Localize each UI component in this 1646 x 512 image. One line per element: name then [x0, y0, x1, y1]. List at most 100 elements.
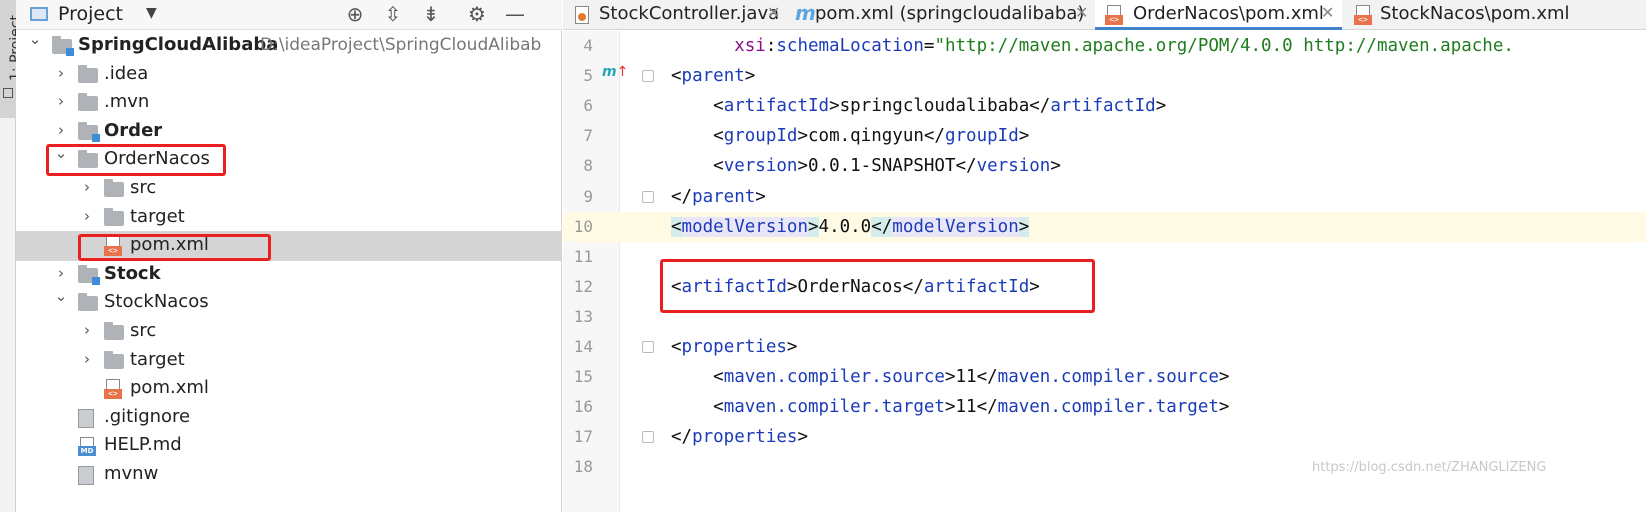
tree-item-target[interactable]: › target — [16, 346, 562, 376]
tree-item-src[interactable]: › src — [16, 317, 562, 347]
project-tool-tab[interactable]: 1: Project — [0, 0, 24, 118]
line-number: 17 — [573, 427, 593, 447]
tree-item-label: .gitignore — [104, 405, 191, 427]
module-folder-icon — [78, 121, 100, 142]
folder-icon — [104, 207, 124, 226]
chevron-down-icon[interactable]: ⌄ — [54, 287, 68, 305]
xml-file-icon: <> — [1354, 5, 1372, 25]
code-line: <version>0.0.1-SNAPSHOT</version> — [713, 156, 1061, 177]
chevron-right-icon[interactable]: › — [80, 207, 94, 225]
project-view-selector[interactable]: Project — [58, 3, 123, 25]
tree-item-springcloudalibaba[interactable]: ⌄ SpringCloudAlibaba D:\ideaProject\Spring… — [16, 30, 562, 61]
tree-item-src[interactable]: › src — [16, 174, 562, 204]
tree-item-mvnw[interactable]: mvnw — [16, 460, 562, 490]
line-number: 13 — [573, 306, 593, 326]
java-file-icon — [575, 6, 589, 24]
folder-icon — [78, 293, 98, 312]
folder-icon — [104, 179, 124, 197]
tool-window-icon — [3, 88, 13, 98]
tree-item-label: target — [130, 205, 185, 227]
code-line: <maven.compiler.source>11</maven.compile… — [713, 367, 1230, 388]
line-number: 18 — [573, 457, 593, 477]
highlight-ordernacos-folder — [46, 144, 226, 176]
tab-stockcontroller-java[interactable]: StockController.java ✕ — [563, 0, 785, 30]
line-number: 10 — [573, 216, 593, 236]
tree-item-idea[interactable]: › .idea — [16, 60, 562, 90]
chevron-right-icon[interactable]: › — [80, 178, 94, 196]
line-number: 6 — [583, 96, 593, 116]
tree-item-label: .idea — [104, 62, 149, 84]
tree-item-label: Order — [104, 119, 163, 141]
close-icon[interactable]: ✕ — [1075, 3, 1088, 22]
file-icon — [78, 408, 94, 428]
tree-item-label: StockNacos — [104, 291, 209, 313]
tool-window-strip: 1: Project — [0, 0, 24, 512]
tab-label: StockController.java — [599, 3, 780, 24]
code-line: <parent> — [671, 66, 756, 87]
close-icon[interactable]: ✕ — [1321, 3, 1334, 22]
tab-stocknacos-pom[interactable]: <> StockNacos\pom.xml — [1342, 0, 1646, 30]
expand-all-icon[interactable]: ⇳ — [380, 2, 406, 26]
tree-item-label: src — [130, 320, 157, 341]
line-number: 5 — [583, 66, 593, 86]
chevron-right-icon[interactable]: › — [54, 121, 68, 139]
tree-item-label: src — [130, 177, 157, 198]
tree-item-label: mvnw — [104, 463, 159, 484]
line-number: 12 — [573, 276, 593, 296]
project-panel-header: Project ▼ ⊕ ⇳ ⇟ ⚙ — — [16, 0, 562, 30]
tree-item-gitignore[interactable]: .gitignore — [16, 403, 562, 433]
tree-item-order[interactable]: › Order — [16, 117, 562, 147]
tree-item-mvn[interactable]: › .mvn — [16, 88, 562, 118]
code-line: </properties> — [671, 427, 808, 448]
code-line: <properties> — [671, 337, 798, 357]
code-line: <maven.compiler.target>11</maven.compile… — [713, 397, 1230, 418]
fold-marker-icon[interactable] — [642, 341, 654, 353]
line-number: 11 — [573, 246, 593, 266]
code-line: <artifactId>springcloudalibaba</artifact… — [713, 96, 1167, 117]
chevron-right-icon[interactable]: › — [80, 350, 94, 368]
line-number: 9 — [583, 186, 593, 206]
module-folder-icon — [52, 36, 74, 56]
close-icon[interactable]: ✕ — [767, 3, 780, 22]
tab-pom-springcloudalibaba[interactable]: m pom.xml (springcloudalibaba) ✕ — [785, 0, 1095, 30]
minimize-icon[interactable]: — — [502, 2, 528, 26]
chevron-right-icon[interactable]: › — [80, 321, 94, 339]
code-line: <modelVersion>4.0.0</modelVersion> — [671, 216, 1030, 237]
gutter-divider — [619, 31, 620, 512]
fold-marker-icon[interactable] — [642, 431, 654, 444]
chevron-right-icon[interactable]: › — [54, 264, 68, 282]
tree-item-stock[interactable]: › Stock — [16, 260, 562, 290]
line-number: 4 — [583, 36, 593, 55]
line-number: 15 — [573, 367, 593, 387]
code-line: <groupId>com.qingyun</groupId> — [713, 126, 1030, 147]
chevron-down-icon[interactable]: ⌄ — [28, 30, 42, 48]
tab-ordernacos-pom[interactable]: <> OrderNacos\pom.xml ✕ — [1095, 0, 1342, 30]
globe-icon[interactable]: ⊕ — [342, 2, 368, 26]
line-number: 16 — [573, 397, 593, 417]
tree-item-help-md[interactable]: MD HELP.md — [16, 431, 562, 461]
chevron-down-icon[interactable]: ▼ — [146, 5, 157, 21]
chevron-right-icon[interactable]: › — [54, 92, 68, 110]
module-folder-icon — [78, 264, 100, 285]
chevron-right-icon[interactable]: › — [54, 64, 68, 82]
maven-parent-gutter-icon[interactable]: m↑ — [602, 64, 628, 80]
tree-item-pom-xml[interactable]: <> pom.xml — [16, 374, 562, 404]
tab-label: pom.xml (springcloudalibaba) — [815, 3, 1085, 24]
gear-icon[interactable]: ⚙ — [464, 2, 490, 26]
fold-marker-icon[interactable] — [642, 70, 654, 83]
folder-icon — [78, 64, 98, 83]
xml-file-icon: <> — [1105, 5, 1123, 25]
watermark: https://blog.csdn.net/ZHANGLIZENG — [1312, 460, 1547, 475]
tree-item-stocknacos[interactable]: ⌄ StockNacos — [16, 287, 562, 318]
tree-item-label: target — [130, 348, 185, 370]
line-number: 14 — [573, 337, 593, 356]
xml-file-icon: <> — [104, 379, 122, 400]
fold-marker-icon[interactable] — [642, 190, 654, 203]
tab-label: OrderNacos\pom.xml — [1133, 3, 1324, 24]
markdown-file-icon: MD — [78, 437, 96, 457]
tree-item-label: pom.xml — [130, 377, 209, 399]
tree-item-target[interactable]: › target — [16, 203, 562, 233]
collapse-all-icon[interactable]: ⇟ — [418, 2, 444, 26]
code-line: xsi:schemaLocation="http://maven.apache.… — [734, 36, 1514, 56]
project-path-hint: D:\ideaProject\SpringCloudAlibab — [260, 35, 542, 55]
